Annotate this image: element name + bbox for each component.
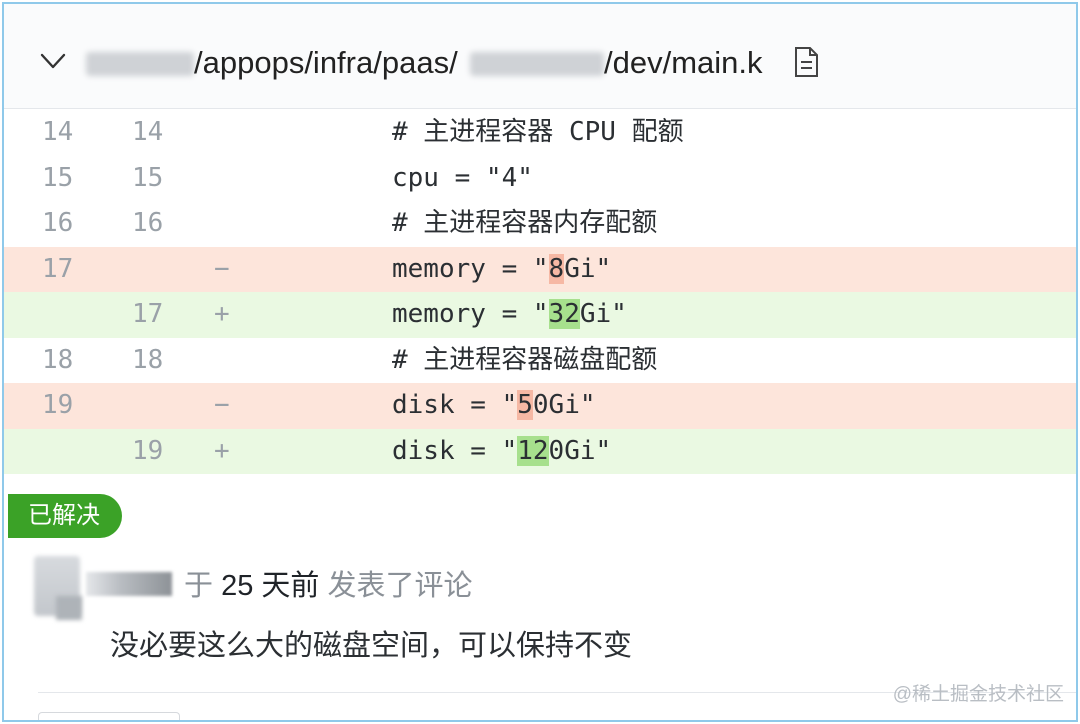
code-text: memory = ": [392, 299, 549, 329]
diff-row-add: 17 + memory = "32Gi": [4, 292, 1076, 338]
old-line-number[interactable]: 19: [42, 383, 102, 429]
code-text: # 主进程容器内存配额: [392, 208, 658, 238]
diff-row-del: 19 − disk = "50Gi": [4, 383, 1076, 429]
code-line: # 主进程容器 CPU 配额: [392, 110, 684, 156]
new-line-number[interactable]: 19: [132, 429, 192, 475]
new-line-number[interactable]: 18: [132, 338, 192, 384]
file-icon[interactable]: [792, 46, 820, 78]
new-line-number[interactable]: 15: [132, 156, 192, 202]
code-text: disk = ": [392, 390, 518, 420]
code-line: # 主进程容器内存配额: [392, 201, 657, 247]
code-line: memory = "8Gi": [392, 247, 611, 293]
new-line-number[interactable]: 17: [132, 292, 192, 338]
status-badge: 已解决: [8, 494, 122, 538]
code-text: Gi": [579, 299, 627, 329]
old-line-number[interactable]: 15: [42, 156, 102, 202]
diff-row-context: 14 14 # 主进程容器 CPU 配额: [4, 110, 1076, 156]
new-line-number[interactable]: 14: [132, 110, 192, 156]
code-line: disk = "120Gi": [392, 429, 611, 475]
code-line: cpu = "4": [392, 156, 533, 202]
changed-text-highlight: 8: [548, 253, 565, 284]
reply-input[interactable]: [38, 712, 180, 720]
code-text: # 主进程容器 CPU 配额: [392, 117, 684, 147]
redacted-path-segment: [86, 52, 194, 76]
new-line-number[interactable]: 16: [132, 201, 192, 247]
code-text: 0Gi": [548, 435, 612, 466]
chevron-down-icon[interactable]: [38, 48, 68, 74]
addition-marker: +: [214, 435, 230, 466]
watermark: @稀土掘金技术社区: [892, 684, 1064, 705]
redacted-username[interactable]: [86, 572, 172, 596]
file-header: /appops/infra/paas/ /dev/main.k: [4, 4, 1076, 109]
comment-action: 发表了评论: [327, 570, 473, 602]
code-text: 0Gi": [532, 390, 596, 420]
code-line: disk = "50Gi": [392, 383, 596, 429]
diff-row-add: 19 + disk = "120Gi": [4, 428, 1076, 475]
comment-time: 25 天前: [221, 570, 320, 602]
code-review-panel: /appops/infra/paas/ /dev/main.k 14 14 # 主进…: [2, 2, 1078, 722]
code-line: memory = "32Gi": [392, 292, 627, 338]
addition-marker: +: [214, 299, 230, 329]
code-text: # 主进程容器磁盘配额: [392, 344, 658, 375]
code-text: Gi": [564, 253, 612, 284]
code-text: disk = ": [392, 435, 518, 466]
old-line-number[interactable]: 17: [42, 247, 102, 293]
code-text: cpu = "4": [392, 162, 533, 193]
changed-text-highlight: 12: [517, 435, 549, 466]
code-line: # 主进程容器磁盘配额: [392, 338, 657, 384]
diff-row-context: 18 18 # 主进程容器磁盘配额: [4, 338, 1076, 384]
deletion-marker: −: [214, 253, 230, 284]
diff-row-context: 16 16 # 主进程容器内存配额: [4, 201, 1076, 247]
old-line-number[interactable]: 14: [42, 110, 102, 156]
diff-row-context: 15 15 cpu = "4": [4, 156, 1076, 202]
redacted-path-segment: [470, 52, 604, 76]
file-path-part[interactable]: /dev/main.k: [604, 44, 763, 82]
old-line-number[interactable]: 16: [42, 201, 102, 247]
changed-text-highlight: 5: [517, 390, 533, 420]
comment-body: 没必要这么大的磁盘空间，可以保持不变: [110, 630, 633, 662]
avatar-detail: [56, 596, 82, 620]
comment-prefix: 于: [184, 570, 214, 602]
comment-meta: 于 25 天前 发表了评论: [184, 566, 472, 606]
code-text: memory = ": [392, 253, 549, 284]
diff-view: 14 14 # 主进程容器 CPU 配额 15 15 cpu = "4" 16 16 # 主进程…: [4, 110, 1076, 474]
diff-row-del: 17 − memory = "8Gi": [4, 246, 1076, 293]
changed-text-highlight: 32: [548, 299, 580, 329]
old-line-number[interactable]: 18: [42, 338, 102, 384]
deletion-marker: −: [214, 390, 230, 420]
file-path-part[interactable]: /appops/infra/paas/: [194, 44, 458, 82]
